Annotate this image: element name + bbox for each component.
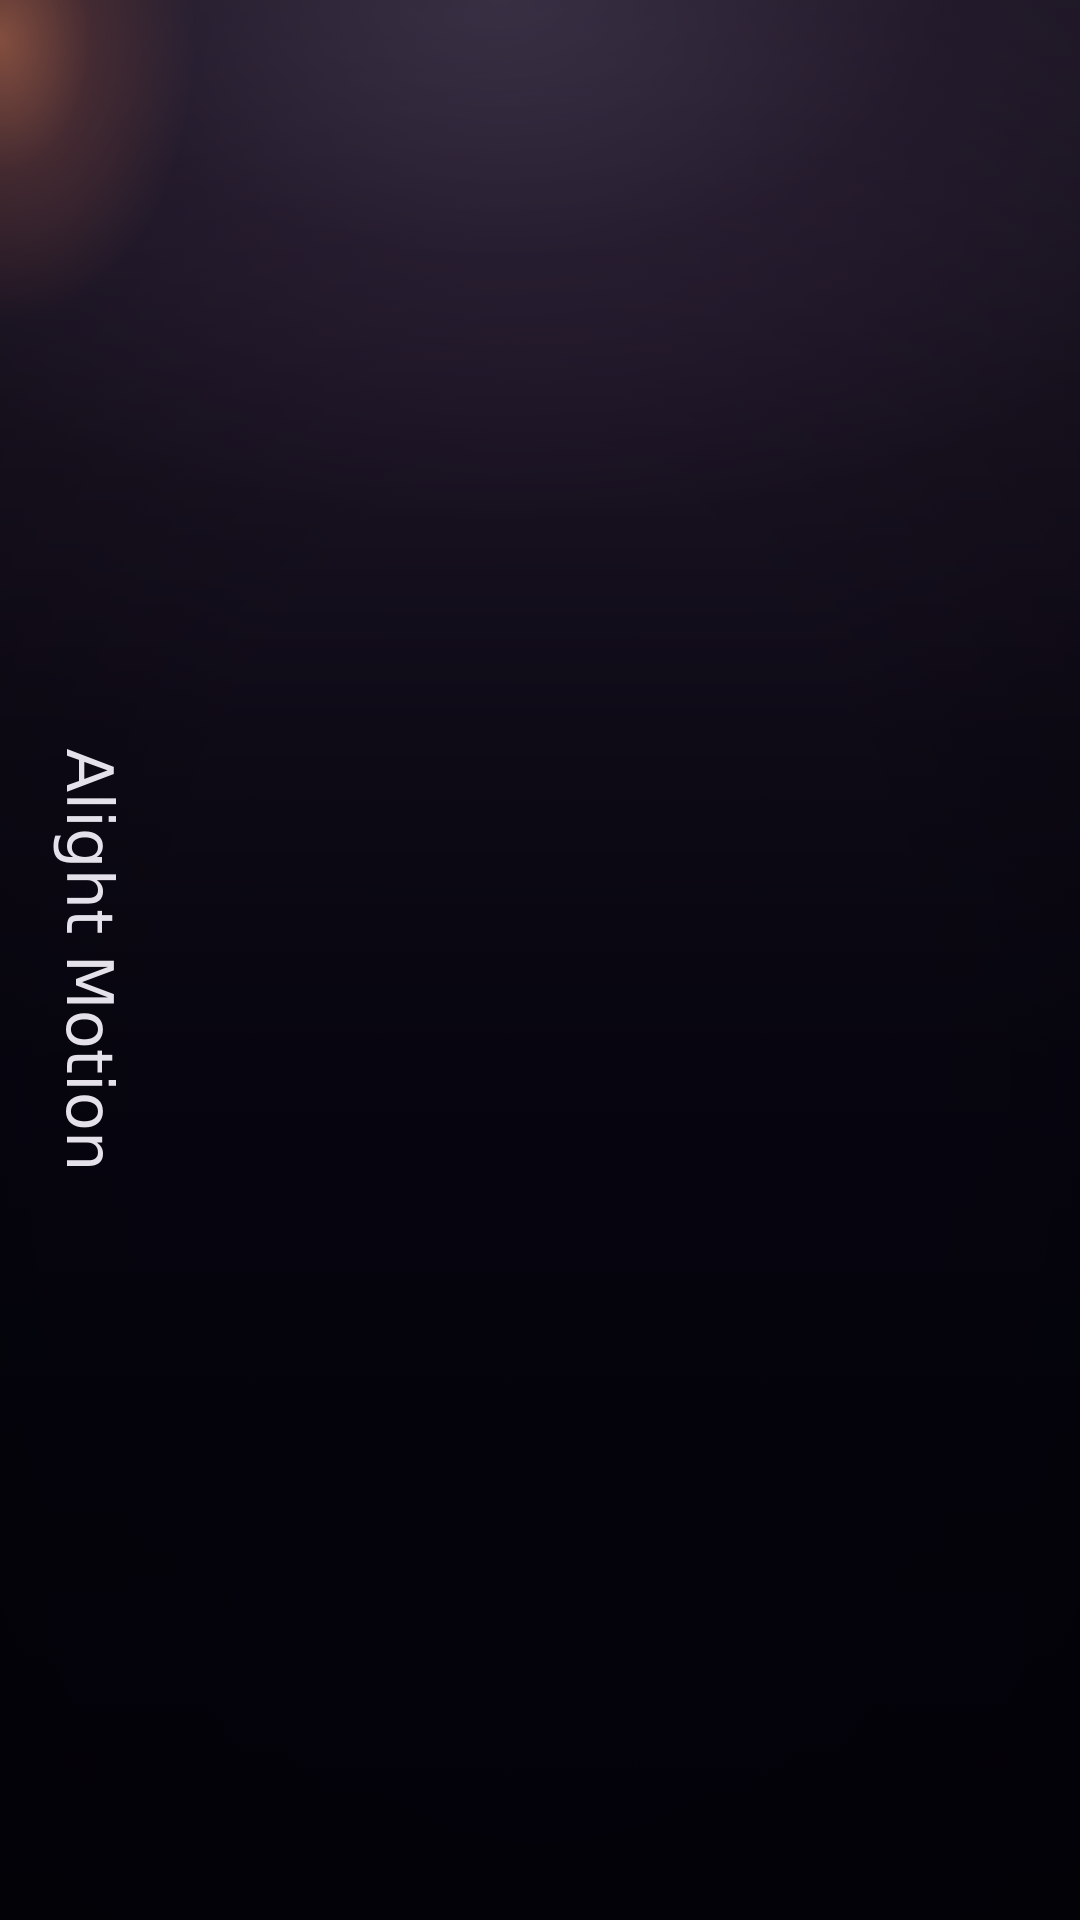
splash-screen: Alight Motion (0, 0, 1080, 1920)
app-name-label: Alight Motion (51, 748, 125, 1172)
background-vignette (0, 0, 1080, 1920)
